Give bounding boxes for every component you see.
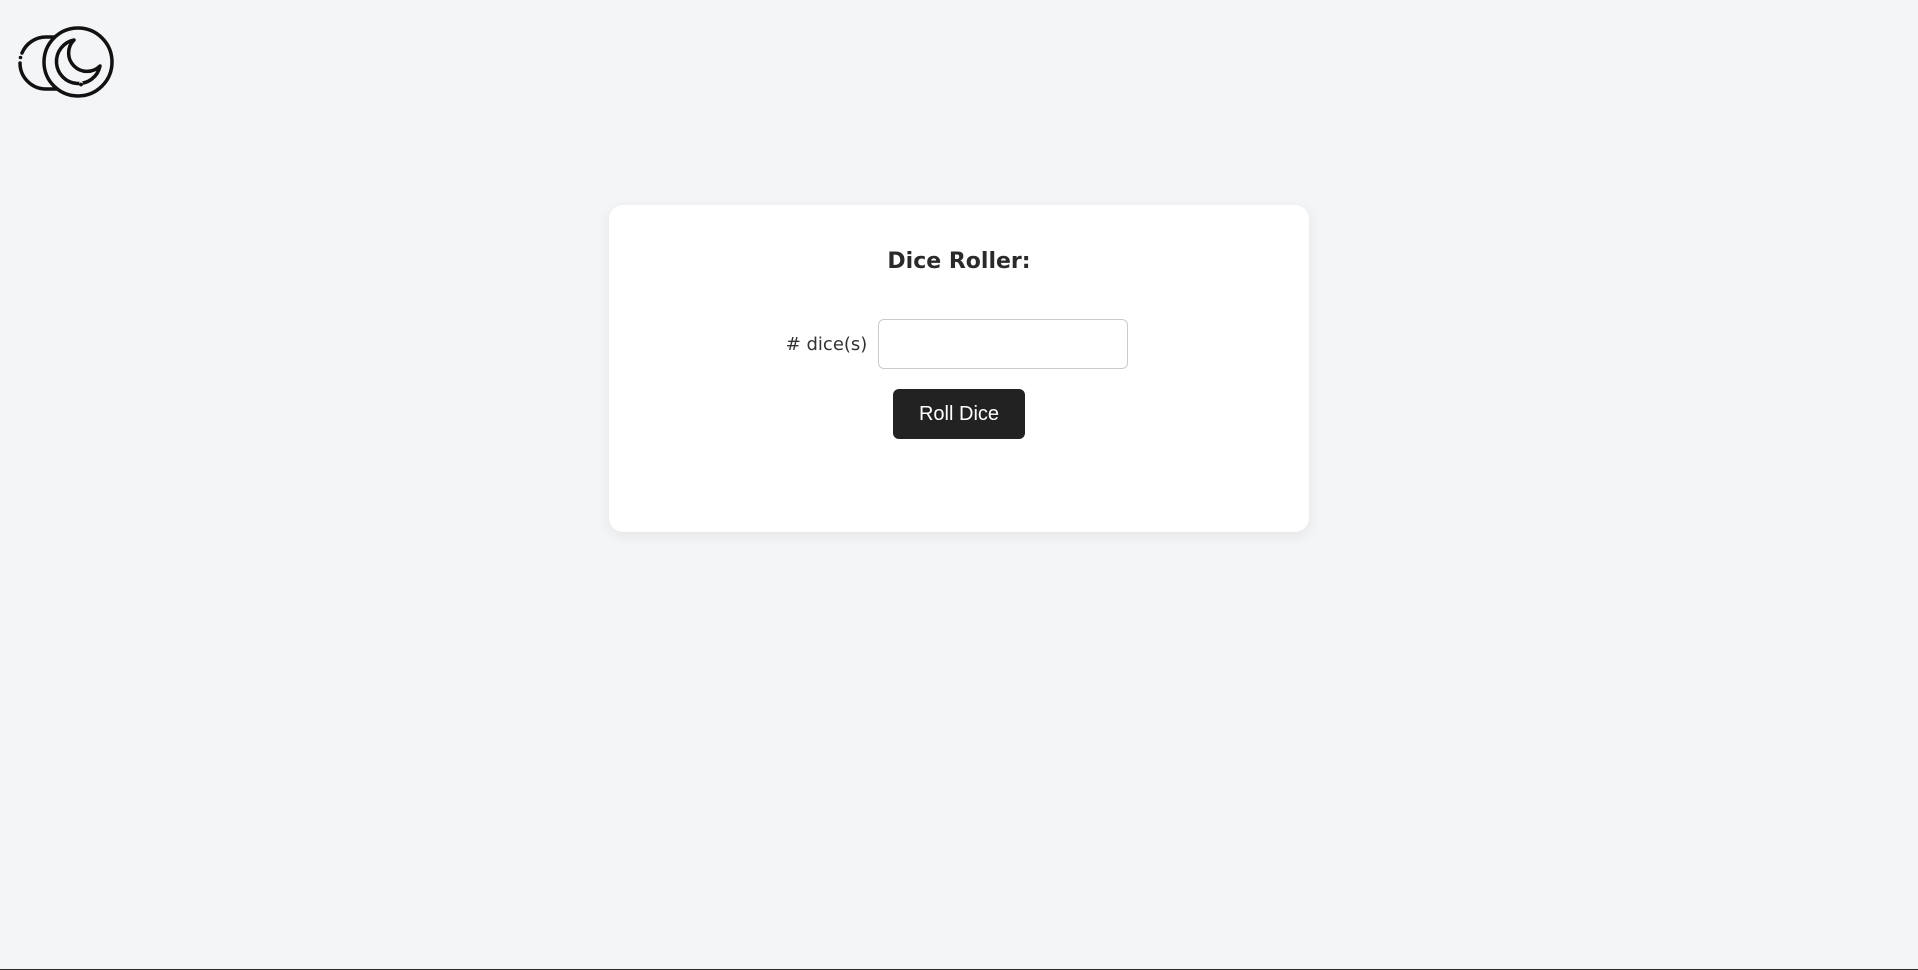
dice-count-input[interactable] (878, 319, 1129, 369)
card-title: Dice Roller: (887, 249, 1031, 274)
theme-toggle[interactable] (8, 26, 116, 98)
moon-icon (18, 26, 114, 98)
dice-count-row: # dice(s) (609, 319, 1309, 369)
dice-count-label: # dice(s) (785, 333, 868, 355)
dice-roller-card: Dice Roller: # dice(s) Roll Dice (609, 205, 1309, 532)
roll-dice-button[interactable]: Roll Dice (893, 389, 1025, 439)
